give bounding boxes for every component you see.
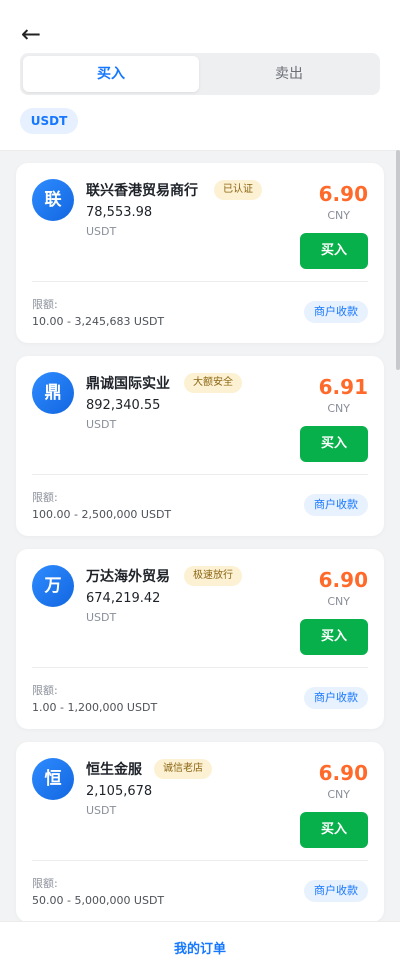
available-unit: USDT <box>86 418 117 431</box>
price: 6.90 <box>318 568 368 592</box>
limit-range: 1.00 - 1,200,000 USDT <box>32 701 158 714</box>
payment-method-tag: 商户收款 <box>304 880 368 902</box>
merchant-avatar: 联 <box>32 179 74 221</box>
merchant-badge: 诚信老店 <box>154 759 212 779</box>
merchant-card: 联 联兴香港贸易商行 已认证 78,553.98 USDT 6.90 CNY 买… <box>16 163 384 343</box>
my-orders-link[interactable]: 我的订单 <box>0 938 400 957</box>
merchant-badge: 大额安全 <box>184 373 242 393</box>
top-bar: ← 买入 卖出 USDT <box>0 0 400 151</box>
coin-filter-chip[interactable]: USDT <box>20 108 78 134</box>
buy-sell-switch: 买入 卖出 <box>20 53 380 95</box>
limit-range: 10.00 - 3,245,683 USDT <box>32 315 165 328</box>
tab-buy[interactable]: 买入 <box>23 56 199 92</box>
limit-label: 限额: <box>32 298 58 311</box>
merchant-badge: 已认证 <box>214 180 262 200</box>
scrollbar[interactable] <box>396 150 400 370</box>
limit-range: 100.00 - 2,500,000 USDT <box>32 508 172 521</box>
price: 6.90 <box>318 761 368 785</box>
card-divider <box>32 860 368 861</box>
price-currency: CNY <box>327 402 350 415</box>
price: 6.90 <box>318 182 368 206</box>
price-currency: CNY <box>327 209 350 222</box>
merchant-card: 恒 恒生金服 诚信老店 2,105,678 USDT 6.90 CNY 买入 限… <box>16 742 384 922</box>
tab-sell[interactable]: 卖出 <box>201 56 377 92</box>
available-amount: 2,105,678 <box>86 784 153 799</box>
merchant-avatar: 鼎 <box>32 372 74 414</box>
available-unit: USDT <box>86 611 117 624</box>
card-divider <box>32 281 368 282</box>
price-currency: CNY <box>327 595 350 608</box>
merchant-name: 鼎诚国际实业 <box>86 376 170 392</box>
merchant-badge: 极速放行 <box>184 566 242 586</box>
limit-label: 限额: <box>32 877 58 890</box>
available-amount: 674,219.42 <box>86 591 161 606</box>
available-unit: USDT <box>86 225 117 238</box>
back-arrow-icon[interactable]: ← <box>18 20 44 48</box>
price: 6.91 <box>318 375 368 399</box>
merchant-name: 恒生金服 <box>86 762 142 778</box>
buy-button[interactable]: 买入 <box>300 619 368 655</box>
merchant-card: 鼎 鼎诚国际实业 大额安全 892,340.55 USDT 6.91 CNY 买… <box>16 356 384 536</box>
merchant-name: 联兴香港贸易商行 <box>86 183 198 199</box>
merchant-name: 万达海外贸易 <box>86 569 170 585</box>
payment-method-tag: 商户收款 <box>304 494 368 516</box>
bottom-bar: 我的订单 <box>0 921 400 974</box>
merchant-avatar: 恒 <box>32 758 74 800</box>
buy-button[interactable]: 买入 <box>300 426 368 462</box>
buy-button[interactable]: 买入 <box>300 233 368 269</box>
card-divider <box>32 474 368 475</box>
card-divider <box>32 667 368 668</box>
payment-method-tag: 商户收款 <box>304 301 368 323</box>
available-amount: 892,340.55 <box>86 398 161 413</box>
limit-label: 限额: <box>32 491 58 504</box>
limit-label: 限额: <box>32 684 58 697</box>
merchant-card: 万 万达海外贸易 极速放行 674,219.42 USDT 6.90 CNY 买… <box>16 549 384 729</box>
payment-method-tag: 商户收款 <box>304 687 368 709</box>
available-unit: USDT <box>86 804 117 817</box>
limit-range: 50.00 - 5,000,000 USDT <box>32 894 165 907</box>
buy-button[interactable]: 买入 <box>300 812 368 848</box>
price-currency: CNY <box>327 788 350 801</box>
merchant-avatar: 万 <box>32 565 74 607</box>
available-amount: 78,553.98 <box>86 205 153 220</box>
